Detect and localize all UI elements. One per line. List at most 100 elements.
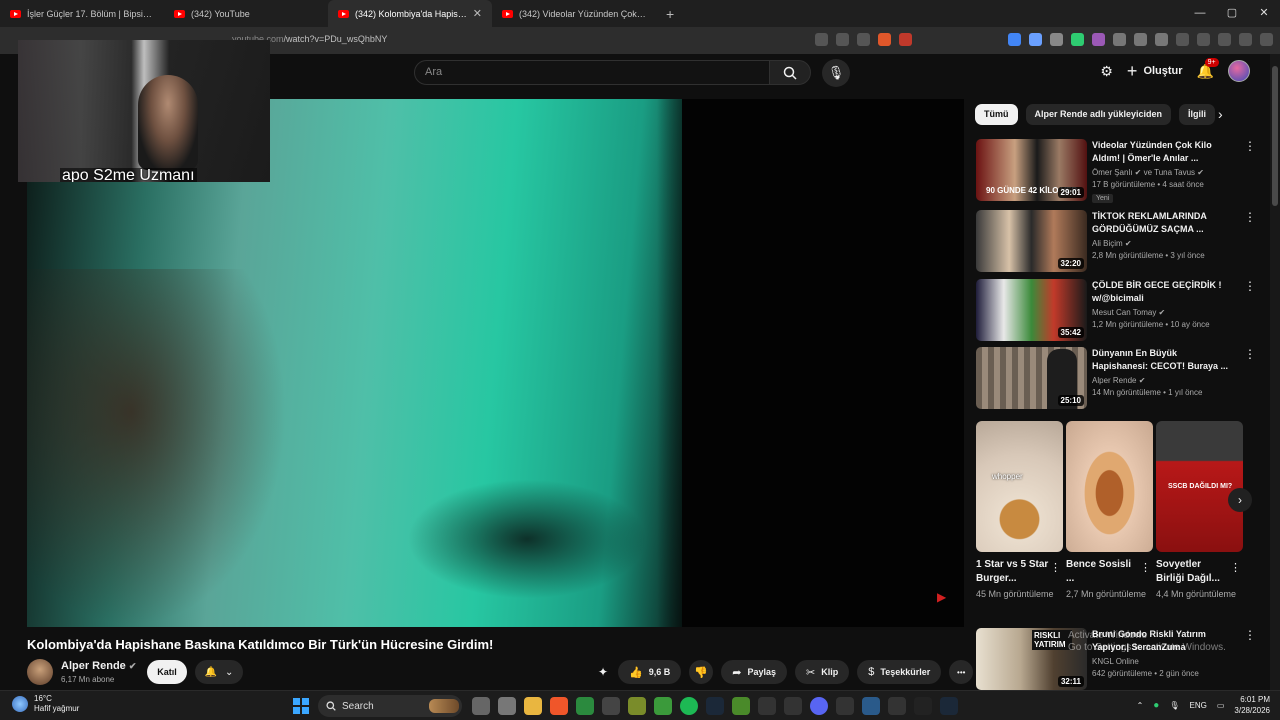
app-icon[interactable] [576, 697, 594, 715]
channel-name[interactable]: Alper Rende ✔ [61, 660, 136, 672]
bell-icon: 🔔 [204, 666, 218, 678]
minimize-button[interactable]: — [1184, 0, 1216, 27]
short-item[interactable]: Bence Sosisli ... 2,7 Mn görüntüleme ⋮ [1066, 421, 1153, 601]
short-item[interactable]: SSCB DAĞILDI MI? Sovyetler Birliği Dağıl… [1156, 421, 1243, 601]
kebab-menu-icon[interactable]: ⋮ [1230, 561, 1241, 574]
new-tab-button[interactable]: + [656, 0, 684, 27]
browser-tab-active[interactable]: (342) Kolombiya'da Hapishane B✕ [328, 0, 492, 27]
kebab-menu-icon[interactable]: ⋮ [1050, 561, 1061, 574]
language-indicator[interactable]: ENG [1190, 701, 1207, 710]
kebab-menu-icon[interactable]: ⋮ [1244, 279, 1256, 293]
app-icon[interactable] [914, 697, 932, 715]
browser-tab[interactable]: (342) YouTube [164, 0, 328, 27]
chip-from-uploader[interactable]: Alper Rende adlı yükleyiciden [1025, 104, 1172, 125]
chevron-right-icon[interactable]: › [1218, 106, 1223, 122]
clock[interactable]: 6:01 PM 3/28/2026 [1234, 694, 1270, 716]
sidebar-icon[interactable] [1197, 33, 1210, 46]
close-tab-icon[interactable]: ✕ [473, 7, 482, 20]
kebab-menu-icon[interactable]: ⋮ [1140, 561, 1151, 574]
recommendation-item[interactable]: 32:20 TİKTOK REKLAMLARINDA GÖRDÜĞÜMÜZ SA… [976, 210, 1256, 272]
brave-shield-icon[interactable] [878, 33, 891, 46]
translate-ext-icon[interactable] [1008, 33, 1021, 46]
subscribe-notifications-button[interactable]: 🔔 ⌄ [195, 660, 243, 684]
spotify-icon[interactable] [680, 697, 698, 715]
translate-icon[interactable] [815, 33, 828, 46]
chip-all[interactable]: Tümü [975, 104, 1018, 125]
thanks-button[interactable]: $ Teşekkürler [857, 660, 942, 684]
microphone-icon: 🎙 [827, 65, 845, 80]
task-view-icon[interactable] [472, 697, 490, 715]
cast-icon[interactable] [836, 33, 849, 46]
recommendation-item[interactable]: 35:42 ÇÖLDE BİR GECE GEÇİRDİK ! w/@bicim… [976, 279, 1256, 341]
steam-icon[interactable] [940, 697, 958, 715]
music-icon[interactable] [1176, 33, 1189, 46]
minecraft-icon[interactable] [732, 697, 750, 715]
share-icon[interactable] [857, 33, 870, 46]
share-button[interactable]: ➦ Paylaş [721, 660, 788, 684]
ext-icon[interactable] [1071, 33, 1084, 46]
dislike-button[interactable]: 👎 [689, 660, 714, 684]
ext-icon[interactable] [1050, 33, 1063, 46]
kebab-menu-icon[interactable]: ⋮ [1244, 628, 1256, 642]
brave-browser-icon[interactable] [550, 697, 568, 715]
video-thumbnail: 32:20 [976, 210, 1087, 272]
puzzle-icon[interactable] [1134, 33, 1147, 46]
notifications-button[interactable]: 🔔 9+ [1197, 57, 1219, 80]
more-actions-button[interactable]: ••• [949, 660, 974, 684]
short-item[interactable]: whopper 1 Star vs 5 Star Burger... 45 Mn… [976, 421, 1063, 601]
ext-icon[interactable] [1029, 33, 1042, 46]
weather-widget[interactable]: 16°C Hafif yağmur [12, 694, 79, 714]
windows-start-icon[interactable] [293, 698, 309, 714]
gear-icon[interactable]: ⚙ [1100, 63, 1113, 80]
join-button[interactable]: Katıl [147, 660, 187, 684]
search-icon [326, 701, 336, 711]
like-button[interactable]: 👍 9,6 B [618, 660, 682, 684]
create-button[interactable]: + Oluştur [1127, 61, 1183, 82]
account-avatar[interactable] [1228, 60, 1250, 82]
video-duration: 32:11 [1057, 676, 1084, 687]
channel-avatar[interactable] [27, 659, 53, 685]
file-explorer-icon[interactable] [524, 697, 542, 715]
kebab-menu-icon[interactable]: ⋮ [1244, 347, 1256, 361]
maximize-button[interactable]: ▢ [1216, 0, 1248, 27]
menu-icon[interactable] [1260, 33, 1273, 46]
sparkle-icon[interactable]: ✦ [598, 665, 610, 679]
microphone-icon[interactable]: 🎙 [1169, 701, 1179, 710]
app-icon[interactable] [628, 697, 646, 715]
close-window-button[interactable]: ✕ [1248, 0, 1280, 27]
kebab-menu-icon[interactable]: ⋮ [1244, 139, 1256, 153]
screenshot-icon[interactable] [1155, 33, 1168, 46]
app-icon[interactable] [654, 697, 672, 715]
github-icon[interactable] [602, 697, 620, 715]
page-scrollbar[interactable] [1270, 54, 1280, 690]
app-icon[interactable] [888, 697, 906, 715]
vpn-icon[interactable] [1239, 33, 1252, 46]
browser-tab[interactable]: İşler Güçler 17. Bölüm | Bipsiz HD - Yo [0, 0, 164, 27]
chevron-up-icon[interactable]: ⌃ [1137, 701, 1144, 710]
chip-related[interactable]: İlgili [1179, 104, 1216, 125]
recommendation-item[interactable]: 25:10 Dünyanın En Büyük Hapishanesi: CEC… [976, 347, 1256, 409]
ext-icon[interactable] [1113, 33, 1126, 46]
voice-search-button[interactable]: 🎙 [822, 59, 850, 87]
taskbar-search[interactable]: Search [318, 695, 462, 717]
rewards-icon[interactable] [899, 33, 912, 46]
channel-watermark-icon[interactable]: ▶ [937, 590, 946, 604]
search-input[interactable]: Ara [414, 60, 770, 85]
shorts-next-button[interactable]: › [1228, 488, 1252, 512]
ext-icon[interactable] [1092, 33, 1105, 46]
network-icon[interactable]: ▭ [1217, 701, 1225, 710]
app-icon[interactable] [836, 697, 854, 715]
steam-icon[interactable] [706, 697, 724, 715]
app-icon[interactable] [758, 697, 776, 715]
wallet-icon[interactable] [1218, 33, 1231, 46]
browser-tab[interactable]: (342) Videolar Yüzünden Çok Kilo Ald [492, 0, 656, 27]
kebab-menu-icon[interactable]: ⋮ [1244, 210, 1256, 224]
discord-icon[interactable] [810, 697, 828, 715]
app-icon[interactable] [784, 697, 802, 715]
search-button[interactable] [769, 60, 811, 85]
scrollbar-thumb[interactable] [1272, 66, 1278, 206]
clip-button[interactable]: ✂ Klip [795, 660, 850, 684]
calculator-icon[interactable] [498, 697, 516, 715]
app-icon[interactable] [862, 697, 880, 715]
recommendation-item[interactable]: 90 GÜNDE 42 KİLO VER 29:01 Videolar Yüzü… [976, 139, 1256, 203]
